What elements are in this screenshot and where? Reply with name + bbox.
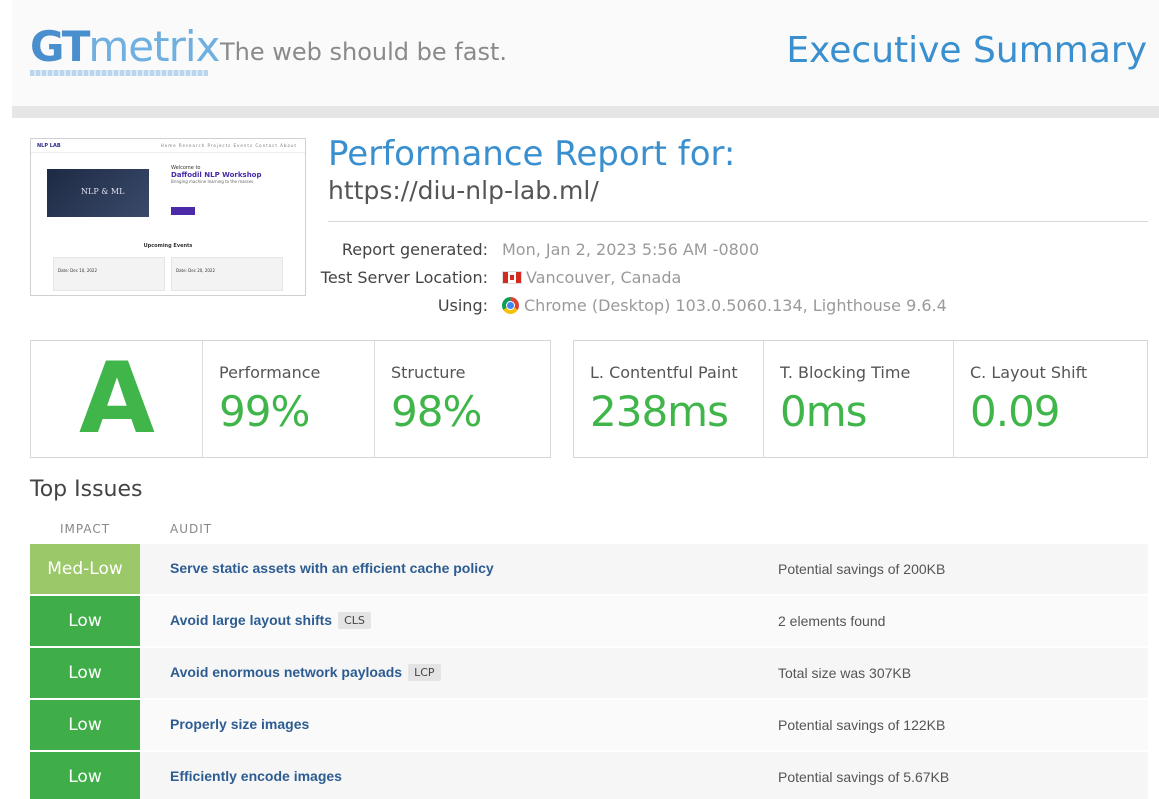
thumb-event-date: Date: Dec 10, 2022 — [58, 268, 98, 273]
cls-label: C. Layout Shift — [970, 363, 1088, 382]
audit-detail: Total size was 307KB — [778, 665, 912, 681]
info-row-using: Using: Chrome (Desktop) 103.0.5060.134, … — [328, 296, 1148, 322]
thumb-event-card: Date: Dec 20, 2022 — [171, 257, 283, 291]
cls-metric[interactable]: C. Layout Shift 0.09 — [954, 341, 1147, 457]
audit-title: Avoid enormous network payloads — [170, 664, 403, 680]
tbt-value: 0ms — [780, 387, 868, 436]
audit-detail: Potential savings of 122KB — [778, 717, 946, 733]
metric-tag: CLS — [338, 612, 371, 629]
report-url[interactable]: https://diu-nlp-lab.ml/ — [328, 176, 599, 205]
audit-title: Properly size images — [170, 716, 310, 732]
gtmetrix-grade-panel: A Performance 99% Structure 98% — [30, 340, 551, 458]
audit-column-header: AUDIT — [170, 522, 213, 536]
using-value: Chrome (Desktop) 103.0.5060.134, Lightho… — [524, 296, 947, 315]
issue-row[interactable]: Low Properly size images Potential savin… — [30, 700, 1148, 752]
performance-metric[interactable]: Performance 99% — [203, 341, 375, 457]
cls-value: 0.09 — [970, 387, 1061, 436]
audit-detail: 2 elements found — [778, 613, 886, 629]
thumb-cta-button — [171, 207, 195, 215]
structure-label: Structure — [391, 363, 466, 382]
generated-label: Report generated: — [341, 240, 488, 259]
issue-row[interactable]: Med-Low Serve static assets with an effi… — [30, 544, 1148, 596]
impact-badge: Med-Low — [30, 544, 140, 594]
structure-value: 98% — [391, 387, 482, 436]
performance-value: 99% — [219, 387, 310, 436]
impact-badge: Low — [30, 596, 140, 646]
location-value: Vancouver, Canada — [526, 268, 682, 287]
tbt-metric[interactable]: T. Blocking Time 0ms — [764, 341, 954, 457]
performance-label: Performance — [219, 363, 321, 382]
thumb-hero-image: NLP & ML — [47, 169, 149, 217]
issue-row[interactable]: Low Avoid enormous network payloads LCP T… — [30, 648, 1148, 700]
thumb-brand: NLP LAB — [37, 143, 61, 149]
audit-detail: Potential savings of 200KB — [778, 561, 946, 577]
grade-box[interactable]: A — [31, 341, 203, 457]
page-screenshot-thumbnail[interactable]: NLP LAB Home Research Projects Events Co… — [30, 138, 306, 296]
impact-badge: Low — [30, 752, 140, 799]
location-label: Test Server Location: — [320, 268, 488, 287]
audit-link[interactable]: Avoid enormous network payloads LCP — [170, 664, 441, 681]
impact-badge: Low — [30, 700, 140, 750]
thumb-events-heading: Upcoming Events — [143, 243, 193, 249]
audit-link[interactable]: Avoid large layout shifts CLS — [170, 612, 371, 629]
using-value-wrap: Chrome (Desktop) 103.0.5060.134, Lightho… — [502, 296, 947, 315]
issue-row[interactable]: Low Avoid large layout shifts CLS 2 eleme… — [30, 596, 1148, 648]
thumb-nav-links: Home Research Projects Events Contact Ab… — [160, 143, 297, 148]
logo-gt: GT — [30, 22, 90, 71]
info-row-generated: Report generated: Mon, Jan 2, 2023 5:56 … — [328, 240, 1148, 266]
audit-title: Serve static assets with an efficient ca… — [170, 560, 494, 576]
impact-column-header: IMPACT — [60, 522, 111, 536]
thumb-hero-text: NLP & ML — [81, 187, 125, 196]
report-title: Performance Report for: — [328, 134, 736, 174]
thumb-welcome-sub: Bringing machine learning to the masses — [171, 179, 254, 184]
structure-metric[interactable]: Structure 98% — [375, 341, 550, 457]
lcp-metric[interactable]: L. Contentful Paint 238ms — [574, 341, 764, 457]
issues-list: Med-Low Serve static assets with an effi… — [30, 544, 1148, 799]
thumb-event-card: Date: Dec 10, 2022 — [53, 257, 165, 291]
lcp-label: L. Contentful Paint — [590, 363, 738, 382]
thumb-welcome: Welcome to Daffodil NLP Workshop Bringin… — [171, 165, 262, 184]
tagline: The web should be fast. — [220, 38, 507, 66]
chrome-icon — [502, 297, 519, 314]
logo-metrix: metrix — [88, 22, 220, 71]
gtmetrix-logo[interactable]: GTmetrix — [30, 22, 220, 72]
impact-badge: Low — [30, 648, 140, 698]
tbt-label: T. Blocking Time — [780, 363, 911, 382]
audit-detail: Potential savings of 5.67KB — [778, 769, 950, 785]
report-divider — [328, 221, 1148, 222]
audit-link[interactable]: Properly size images — [170, 716, 309, 732]
top-issues-title: Top Issues — [30, 477, 143, 502]
canada-flag-icon — [502, 271, 522, 284]
web-vitals-panel: L. Contentful Paint 238ms T. Blocking Ti… — [573, 340, 1148, 458]
page-title: Executive Summary — [786, 30, 1147, 71]
issue-row[interactable]: Low Efficiently encode images Potential … — [30, 752, 1148, 799]
logo-underline — [30, 70, 208, 76]
using-label: Using: — [437, 296, 488, 315]
info-row-location: Test Server Location: Vancouver, Canada — [321, 268, 1148, 294]
metric-tag: LCP — [408, 664, 441, 681]
location-value-wrap: Vancouver, Canada — [502, 268, 681, 287]
thumb-navbar: NLP LAB Home Research Projects Events Co… — [31, 139, 305, 153]
thumb-event-date: Date: Dec 20, 2022 — [176, 268, 216, 273]
thumb-welcome-title: Daffodil NLP Workshop — [171, 171, 262, 179]
audit-link[interactable]: Efficiently encode images — [170, 768, 342, 784]
audit-title: Efficiently encode images — [170, 768, 342, 784]
grade-letter: A — [79, 342, 155, 456]
audit-title: Avoid large layout shifts — [170, 612, 333, 628]
audit-link[interactable]: Serve static assets with an efficient ca… — [170, 560, 494, 576]
lcp-value: 238ms — [590, 387, 729, 436]
generated-value: Mon, Jan 2, 2023 5:56 AM -0800 — [502, 240, 760, 259]
header-divider — [12, 106, 1159, 118]
